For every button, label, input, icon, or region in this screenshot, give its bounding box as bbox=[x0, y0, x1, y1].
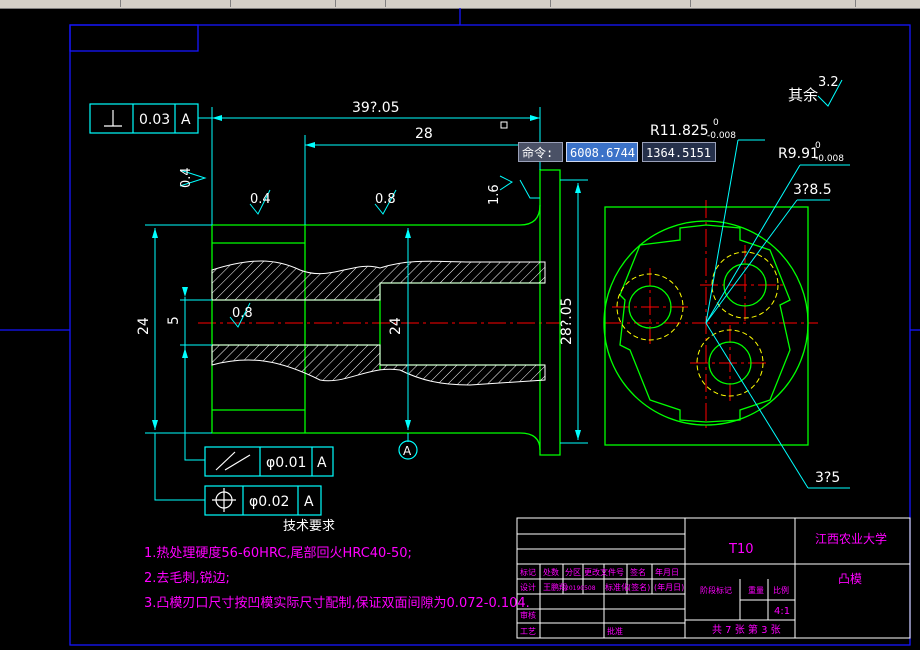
tb-label-mark: 标记 bbox=[520, 567, 536, 577]
tb-label-scale: 比例 bbox=[773, 585, 789, 595]
roughness-other-value: 3.2 bbox=[818, 75, 839, 90]
datum-symbol: A bbox=[403, 444, 412, 458]
dimension-lines bbox=[145, 107, 850, 501]
roughness-other: 其余 bbox=[788, 86, 818, 104]
tb-label-design: 设计 bbox=[520, 582, 536, 592]
coordinate-y-input[interactable]: 1364.5151 bbox=[642, 142, 716, 162]
tb-label-zone: 分区 bbox=[565, 568, 581, 577]
tb-school: 江西农业大学 bbox=[815, 531, 887, 546]
note-item-1: 1.热处理硬度56-60HRC,尾部回火HRC40-50; bbox=[144, 545, 412, 561]
tb-label-weight: 重量 bbox=[748, 585, 764, 595]
dim-circle-top: 3?8.5 bbox=[793, 182, 832, 198]
roughness-flange-face: 1.6 bbox=[487, 184, 502, 205]
position-value: φ0.02 bbox=[249, 494, 289, 510]
tb-label-approve: 批准 bbox=[607, 626, 623, 636]
tb-label-change-doc: 更改文件号 bbox=[584, 567, 624, 577]
position-datum: A bbox=[304, 494, 314, 510]
command-label: 命令: bbox=[518, 142, 563, 162]
dim-step-length: 28 bbox=[415, 126, 433, 142]
dim-diameter-left: 24 bbox=[136, 317, 152, 335]
tb-label-review: 审核 bbox=[520, 610, 536, 620]
dim-radius-2-tol-lower: -0.008 bbox=[815, 154, 844, 164]
dim-circle-bottom: 3?5 bbox=[815, 470, 840, 486]
dim-overall-length: 39?.05 bbox=[352, 100, 400, 116]
roughness-top-a: 0.4 bbox=[250, 192, 271, 207]
runout-datum: A bbox=[317, 455, 327, 471]
note-item-2: 2.去毛刺,锐边; bbox=[144, 571, 230, 586]
dim-radius-1-tol-upper: 0 bbox=[713, 118, 719, 128]
tb-label-signature: 签名 bbox=[630, 567, 646, 577]
part-outline bbox=[211, 169, 561, 456]
drawing-canvas[interactable]: 39?.05 28 24 5 24 28?.05 R11.825 0 -0.00… bbox=[0, 0, 920, 650]
perpendicularity-datum: A bbox=[181, 112, 191, 128]
tolerance-frames bbox=[89, 103, 418, 516]
tolerance-symbols bbox=[104, 110, 251, 512]
tb-sheet-info: 共 7 张 第 3 张 bbox=[712, 623, 781, 636]
roughness-bore: 0.8 bbox=[232, 306, 253, 321]
tb-label-date-2: (年月日) bbox=[654, 582, 684, 592]
hidden-arcs bbox=[616, 251, 779, 397]
tb-label-standard: 标准化 bbox=[605, 582, 629, 592]
tb-label-process: 工艺 bbox=[520, 627, 536, 636]
dim-diameter-flange: 28?.05 bbox=[559, 297, 575, 345]
tb-scale: 4:1 bbox=[774, 606, 790, 617]
tb-label-signature-2: (签名) bbox=[628, 582, 650, 592]
dim-radius-1-tol-lower: -0.008 bbox=[707, 131, 736, 141]
tb-label-date: 年月日 bbox=[655, 567, 679, 577]
roughness-top-b: 0.8 bbox=[375, 192, 396, 207]
technical-notes: 技术要求 1.热处理硬度56-60HRC,尾部回火HRC40-50; 2.去毛刺… bbox=[144, 519, 530, 611]
tb-drawing-code: T10 bbox=[728, 542, 753, 557]
tb-design-date: 20190508 bbox=[565, 585, 596, 592]
dim-radius-1: R11.825 bbox=[650, 123, 709, 139]
cursor-pickbox bbox=[500, 121, 508, 129]
dim-radius-2-tol-upper: 0 bbox=[815, 141, 821, 151]
tb-label-stage-mark: 阶段标记 bbox=[700, 585, 732, 595]
dim-diameter-bore: 24 bbox=[388, 317, 404, 335]
note-item-3: 3.凸模刃口尺寸按凹模实际尺寸配制,保证双面间隙为0.072-0.104. bbox=[144, 596, 530, 611]
tb-label-count: 处数 bbox=[543, 567, 559, 577]
perpendicularity-value: 0.03 bbox=[139, 112, 170, 128]
runout-value: φ0.01 bbox=[266, 455, 306, 471]
notes-heading: 技术要求 bbox=[283, 519, 335, 534]
tb-designer: 王鹏翔 bbox=[543, 582, 567, 592]
coordinate-x-input[interactable]: 6008.6744 bbox=[566, 142, 638, 162]
dim-radius-2: R9.91 bbox=[778, 146, 819, 162]
dim-diameter-inner: 5 bbox=[166, 316, 182, 325]
tb-part-name: 凸模 bbox=[838, 572, 862, 586]
roughness-left-face: 0.4 bbox=[179, 167, 194, 188]
